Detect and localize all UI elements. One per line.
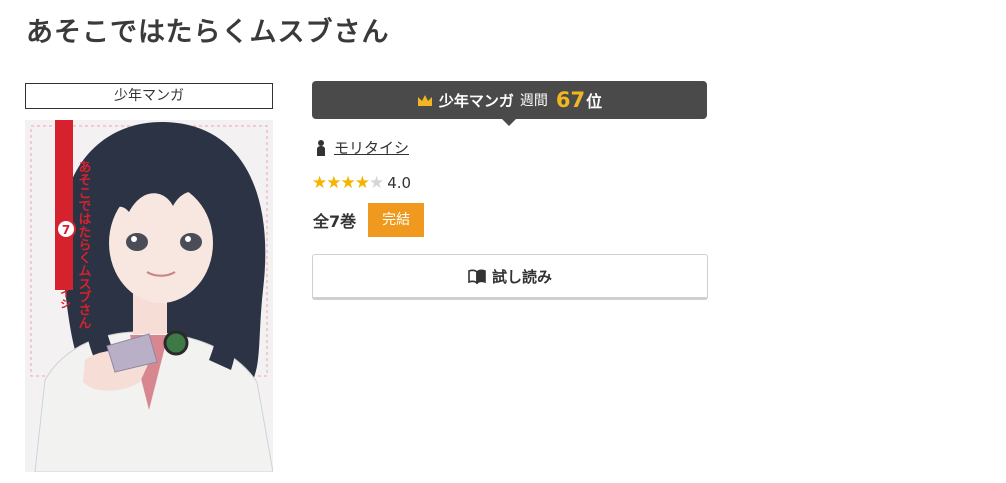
person-icon (317, 139, 325, 156)
star-icon: ★ (326, 173, 341, 193)
star-rating: ★★★★★ (312, 173, 384, 193)
star-icon: ★ (312, 173, 327, 193)
page-title: あそこではたらくムスブさん (26, 17, 390, 48)
cover-author: モリタイシ (59, 254, 72, 309)
genre-label: 少年マンガ (25, 83, 273, 109)
author-link[interactable]: モリタイシ (334, 137, 409, 158)
rating-value: 4.0 (387, 174, 412, 192)
status-badge: 完結 (368, 203, 425, 237)
ranking-period: 週間 (519, 93, 548, 109)
volume-row: 全7巻 完結 (313, 203, 425, 237)
ranking-banner[interactable]: 少年マンガ 週間 67 位 (312, 81, 707, 126)
rating-row: ★★★★★ 4.0 (312, 173, 411, 193)
cover-image[interactable]: あそこではたらくムスブさん 7 モリタイシ (25, 120, 273, 472)
cover-volume-number: 7 (62, 223, 70, 237)
ranking-genre: 少年マンガ (438, 91, 514, 110)
cover-series-title: あそこではたらくムスブさん (76, 160, 92, 329)
trial-read-button[interactable]: 試し読み (312, 254, 708, 300)
star-empty-icon: ★ (369, 173, 384, 193)
trial-read-label: 試し読み (491, 268, 552, 286)
cover-illustration: あそこではたらくムスブさん 7 モリタイシ (25, 120, 273, 472)
book-icon (468, 269, 486, 284)
author-row: モリタイシ (316, 137, 409, 158)
star-icon: ★ (354, 173, 370, 193)
ranking-suffix: 位 (586, 92, 603, 111)
volume-count: 全7巻 (313, 212, 357, 231)
crown-icon (417, 94, 432, 106)
ranking-number: 67 (555, 88, 586, 112)
star-icon: ★ (340, 173, 356, 193)
